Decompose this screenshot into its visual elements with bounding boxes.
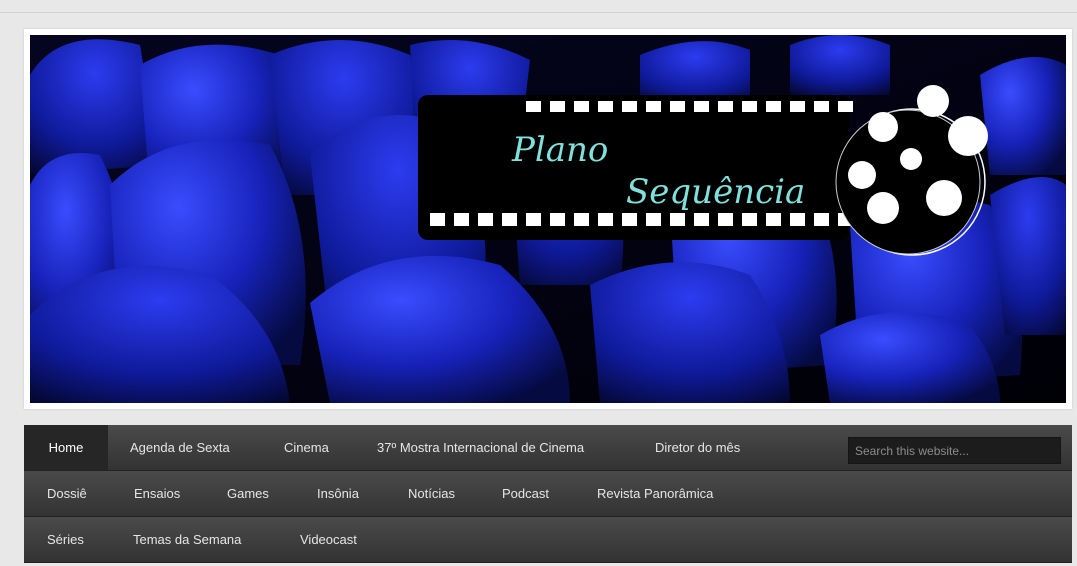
nav-item-insonia[interactable]: Insônia <box>317 471 359 516</box>
logo-text-plano: Plano <box>511 130 608 170</box>
nav-item-series[interactable]: Séries <box>47 517 84 562</box>
nav-item-games[interactable]: Games <box>227 471 269 516</box>
nav-item-noticias[interactable]: Notícias <box>408 471 455 516</box>
site-header: Plano Sequência <box>24 29 1072 409</box>
search-input[interactable] <box>848 437 1061 464</box>
nav-item-agenda-de-sexta[interactable]: Agenda de Sexta <box>130 425 230 470</box>
nav-item-cinema[interactable]: Cinema <box>284 425 329 470</box>
site-logo[interactable]: Plano Sequência <box>418 95 853 240</box>
main-navigation: Home Agenda de Sexta Cinema 37º Mostra I… <box>24 425 1072 563</box>
nav-item-home[interactable]: Home <box>24 425 108 470</box>
cinema-seats-image: Plano Sequência <box>30 35 1066 403</box>
nav-row-2: Dossiê Ensaios Games Insônia Notícias Po… <box>24 471 1072 517</box>
nav-item-temas-da-semana[interactable]: Temas da Semana <box>133 517 241 562</box>
nav-item-ensaios[interactable]: Ensaios <box>134 471 180 516</box>
nav-item-mostra-internacional[interactable]: 37º Mostra Internacional de Cinema <box>377 425 584 470</box>
nav-item-revista-panoramica[interactable]: Revista Panorâmica <box>597 471 713 516</box>
nav-row-3: Séries Temas da Semana Videocast <box>24 517 1072 563</box>
nav-row-1: Home Agenda de Sexta Cinema 37º Mostra I… <box>24 425 1072 471</box>
nav-item-dossie[interactable]: Dossiê <box>47 471 87 516</box>
nav-item-podcast[interactable]: Podcast <box>502 471 549 516</box>
logo-text-sequencia: Sequência <box>626 172 805 212</box>
header-banner[interactable]: Plano Sequência <box>30 35 1066 403</box>
nav-item-diretor-do-mes[interactable]: Diretor do mês <box>655 425 740 470</box>
page-top-divider <box>0 12 1077 13</box>
nav-item-videocast[interactable]: Videocast <box>300 517 357 562</box>
